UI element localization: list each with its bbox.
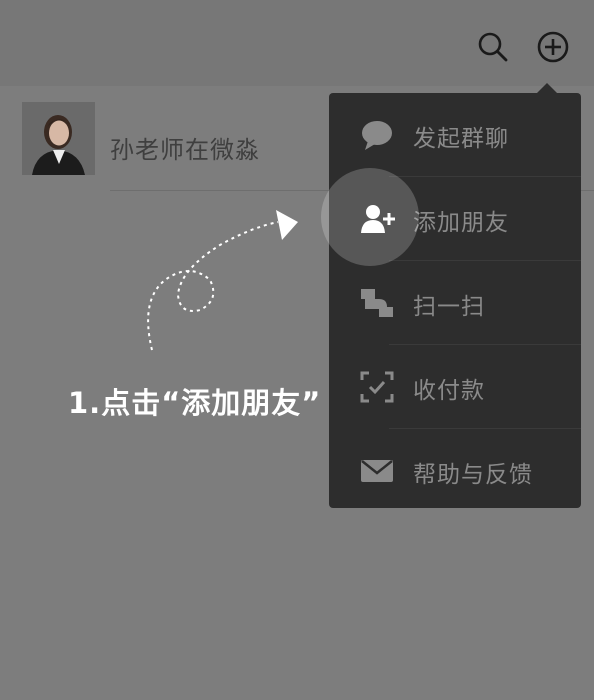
top-bar [0,0,594,86]
menu-item-group-chat[interactable]: 发起群聊 [329,93,581,176]
tap-highlight [321,168,419,266]
avatar [22,102,95,175]
menu-item-label: 发起群聊 [413,126,509,152]
plus-circle-icon[interactable] [536,30,570,64]
scan-icon [359,285,395,321]
step-instruction-label: 1.点击“添加朋友” [68,386,322,420]
menu-item-label: 添加朋友 [413,210,509,236]
contact-name: 孙老师在微淼 [110,136,260,164]
menu-item-label: 帮助与反馈 [413,462,533,488]
chat-bubble-icon [359,117,395,153]
menu-item-payment[interactable]: 收付款 [329,345,581,428]
mail-icon [359,453,395,489]
menu-item-scan[interactable]: 扫一扫 [329,261,581,344]
search-icon[interactable] [476,30,510,64]
menu-item-help-feedback[interactable]: 帮助与反馈 [329,429,581,512]
menu-item-label: 收付款 [413,378,485,404]
menu-item-label: 扫一扫 [413,294,485,320]
payment-icon [359,369,395,405]
popup-menu: 发起群聊 添加朋友 扫一扫 收付款 帮助与反馈 [329,93,581,508]
